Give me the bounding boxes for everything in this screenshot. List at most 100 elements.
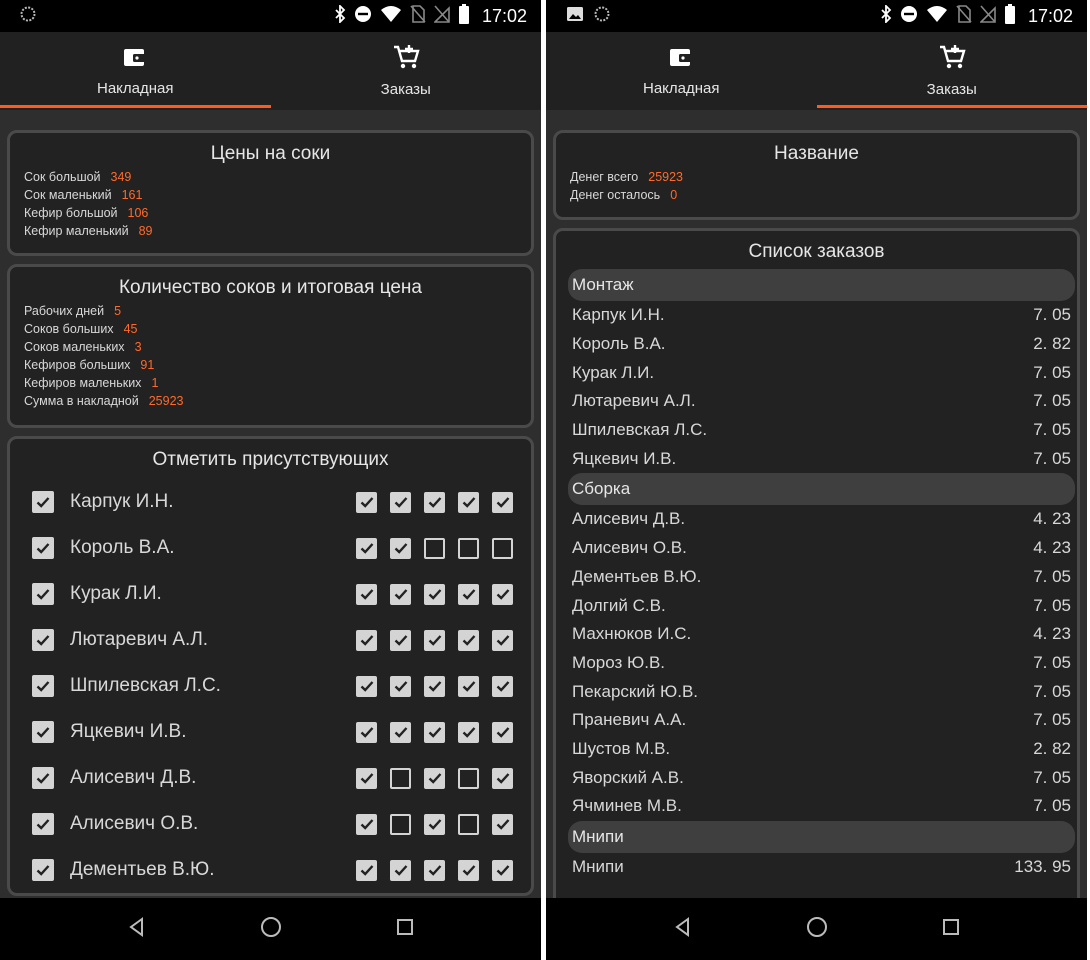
day-checkbox[interactable]	[390, 629, 411, 651]
order-row[interactable]: Пекарский Ю.В. 7. 05	[556, 677, 1077, 706]
orders-list[interactable]: Монтаж Карпук И.Н. 7. 05 Король В.А. 2. 82 Ку…	[556, 269, 1077, 881]
order-row[interactable]: Мнипи 133. 95	[556, 853, 1077, 882]
tab-invoice[interactable]: Накладная	[546, 32, 817, 110]
day-checkbox[interactable]	[424, 813, 445, 835]
person-name: Король В.А.	[70, 537, 175, 558]
order-row[interactable]: Праневич А.А. 7. 05	[556, 706, 1077, 735]
day-checkbox[interactable]	[356, 629, 377, 651]
day-checkbox[interactable]	[356, 491, 377, 513]
present-checkbox[interactable]	[32, 675, 54, 697]
present-checkbox[interactable]	[32, 859, 54, 881]
day-checkbox[interactable]	[458, 583, 479, 605]
order-row[interactable]: Шустов М.В. 2. 82	[556, 735, 1077, 764]
day-checkbox[interactable]	[492, 859, 513, 881]
present-checkbox[interactable]	[32, 721, 54, 743]
day-checkbox[interactable]	[424, 767, 445, 789]
present-checkbox[interactable]	[32, 629, 54, 651]
present-checkbox[interactable]	[32, 537, 54, 559]
present-checkbox[interactable]	[32, 813, 54, 835]
recents-icon[interactable]	[396, 918, 414, 941]
day-checkbox[interactable]	[356, 859, 377, 881]
day-checkbox[interactable]	[356, 767, 377, 789]
attendance-row: Лютаревич А.Л.	[32, 617, 513, 663]
day-checkbox[interactable]	[356, 583, 377, 605]
order-amount: 7. 05	[1033, 305, 1071, 325]
total-value: 91	[140, 358, 155, 372]
order-amount: 4. 23	[1033, 538, 1071, 558]
order-row[interactable]: Ячминев М.В. 7. 05	[556, 792, 1077, 821]
present-checkbox[interactable]	[32, 583, 54, 605]
order-row[interactable]: Яцкевич И.В. 7. 05	[556, 444, 1077, 473]
home-icon[interactable]	[260, 916, 282, 943]
order-row[interactable]: Лютаревич А.Л. 7. 05	[556, 387, 1077, 416]
day-checkbox[interactable]	[390, 537, 411, 559]
day-checkbox[interactable]	[492, 491, 513, 513]
day-checkbox[interactable]	[424, 537, 445, 559]
day-checkbox[interactable]	[424, 859, 445, 881]
invoice-content[interactable]: Цены на соки Сок большой 349 Сок маленьки…	[0, 110, 541, 898]
back-icon[interactable]	[127, 916, 147, 942]
day-checkbox[interactable]	[492, 537, 513, 559]
day-checkbox[interactable]	[356, 721, 377, 743]
day-checkbox[interactable]	[390, 721, 411, 743]
day-checkbox[interactable]	[390, 491, 411, 513]
order-row[interactable]: Король В.А. 2. 82	[556, 330, 1077, 359]
day-checkbox[interactable]	[492, 721, 513, 743]
day-checkbox[interactable]	[424, 721, 445, 743]
day-checkbox[interactable]	[390, 767, 411, 789]
cart-add-icon	[938, 44, 966, 75]
order-row[interactable]: Дементьев В.Ю. 7. 05	[556, 563, 1077, 592]
attendance-row: Алисевич О.В.	[32, 801, 513, 847]
order-row[interactable]: Карпук И.Н. 7. 05	[556, 301, 1077, 330]
order-row[interactable]: Махнюков И.С. 4. 23	[556, 620, 1077, 649]
order-amount: 7. 05	[1033, 681, 1071, 701]
day-checkbox[interactable]	[458, 675, 479, 697]
orders-content[interactable]: Название Денег всего 25923 Денег осталось…	[546, 110, 1087, 898]
recents-icon[interactable]	[942, 918, 960, 941]
day-checkbox[interactable]	[458, 859, 479, 881]
tab-invoice[interactable]: Накладная	[0, 32, 271, 110]
day-checkbox[interactable]	[390, 859, 411, 881]
home-icon[interactable]	[806, 916, 828, 943]
order-amount: 7. 05	[1033, 796, 1071, 816]
day-checkbox[interactable]	[424, 629, 445, 651]
day-checkbox[interactable]	[424, 491, 445, 513]
day-checkbox[interactable]	[458, 721, 479, 743]
order-row[interactable]: Шпилевская Л.С. 7. 05	[556, 416, 1077, 445]
day-checkbox[interactable]	[458, 629, 479, 651]
present-checkbox[interactable]	[32, 491, 54, 513]
tab-orders[interactable]: Заказы	[271, 32, 542, 110]
day-checkbox[interactable]	[458, 491, 479, 513]
day-checkbox[interactable]	[356, 813, 377, 835]
day-checkbox[interactable]	[492, 583, 513, 605]
order-row[interactable]: Алисевич О.В. 4. 23	[556, 534, 1077, 563]
day-checkbox[interactable]	[390, 583, 411, 605]
back-icon[interactable]	[673, 916, 693, 942]
present-checkbox[interactable]	[32, 767, 54, 789]
order-row[interactable]: Мороз Ю.В. 7. 05	[556, 649, 1077, 678]
order-row[interactable]: Яворский А.В. 7. 05	[556, 763, 1077, 792]
day-checkbox[interactable]	[356, 537, 377, 559]
day-checkbox[interactable]	[458, 767, 479, 789]
day-checkbox[interactable]	[458, 813, 479, 835]
day-checkbox[interactable]	[424, 675, 445, 697]
day-checkbox[interactable]	[424, 583, 445, 605]
day-checkbox[interactable]	[492, 675, 513, 697]
day-checkbox[interactable]	[390, 675, 411, 697]
total-label: Соков маленьких	[24, 340, 125, 354]
day-checkbox[interactable]	[492, 767, 513, 789]
order-name: Праневич А.А.	[572, 710, 687, 730]
day-checkbox[interactable]	[356, 675, 377, 697]
total-label: Сумма в накладной	[24, 394, 139, 408]
order-amount: 7. 05	[1033, 566, 1071, 586]
order-row[interactable]: Алисевич Д.В. 4. 23	[556, 505, 1077, 534]
day-checkbox[interactable]	[458, 537, 479, 559]
tab-orders[interactable]: Заказы	[816, 32, 1088, 110]
day-checkbox[interactable]	[492, 629, 513, 651]
day-checkbox[interactable]	[390, 813, 411, 835]
price-value: 106	[127, 206, 149, 220]
day-checkbox[interactable]	[492, 813, 513, 835]
order-row[interactable]: Курак Л.И. 7. 05	[556, 358, 1077, 387]
no-signal-icon	[979, 4, 996, 28]
order-row[interactable]: Долгий С.В. 7. 05	[556, 591, 1077, 620]
